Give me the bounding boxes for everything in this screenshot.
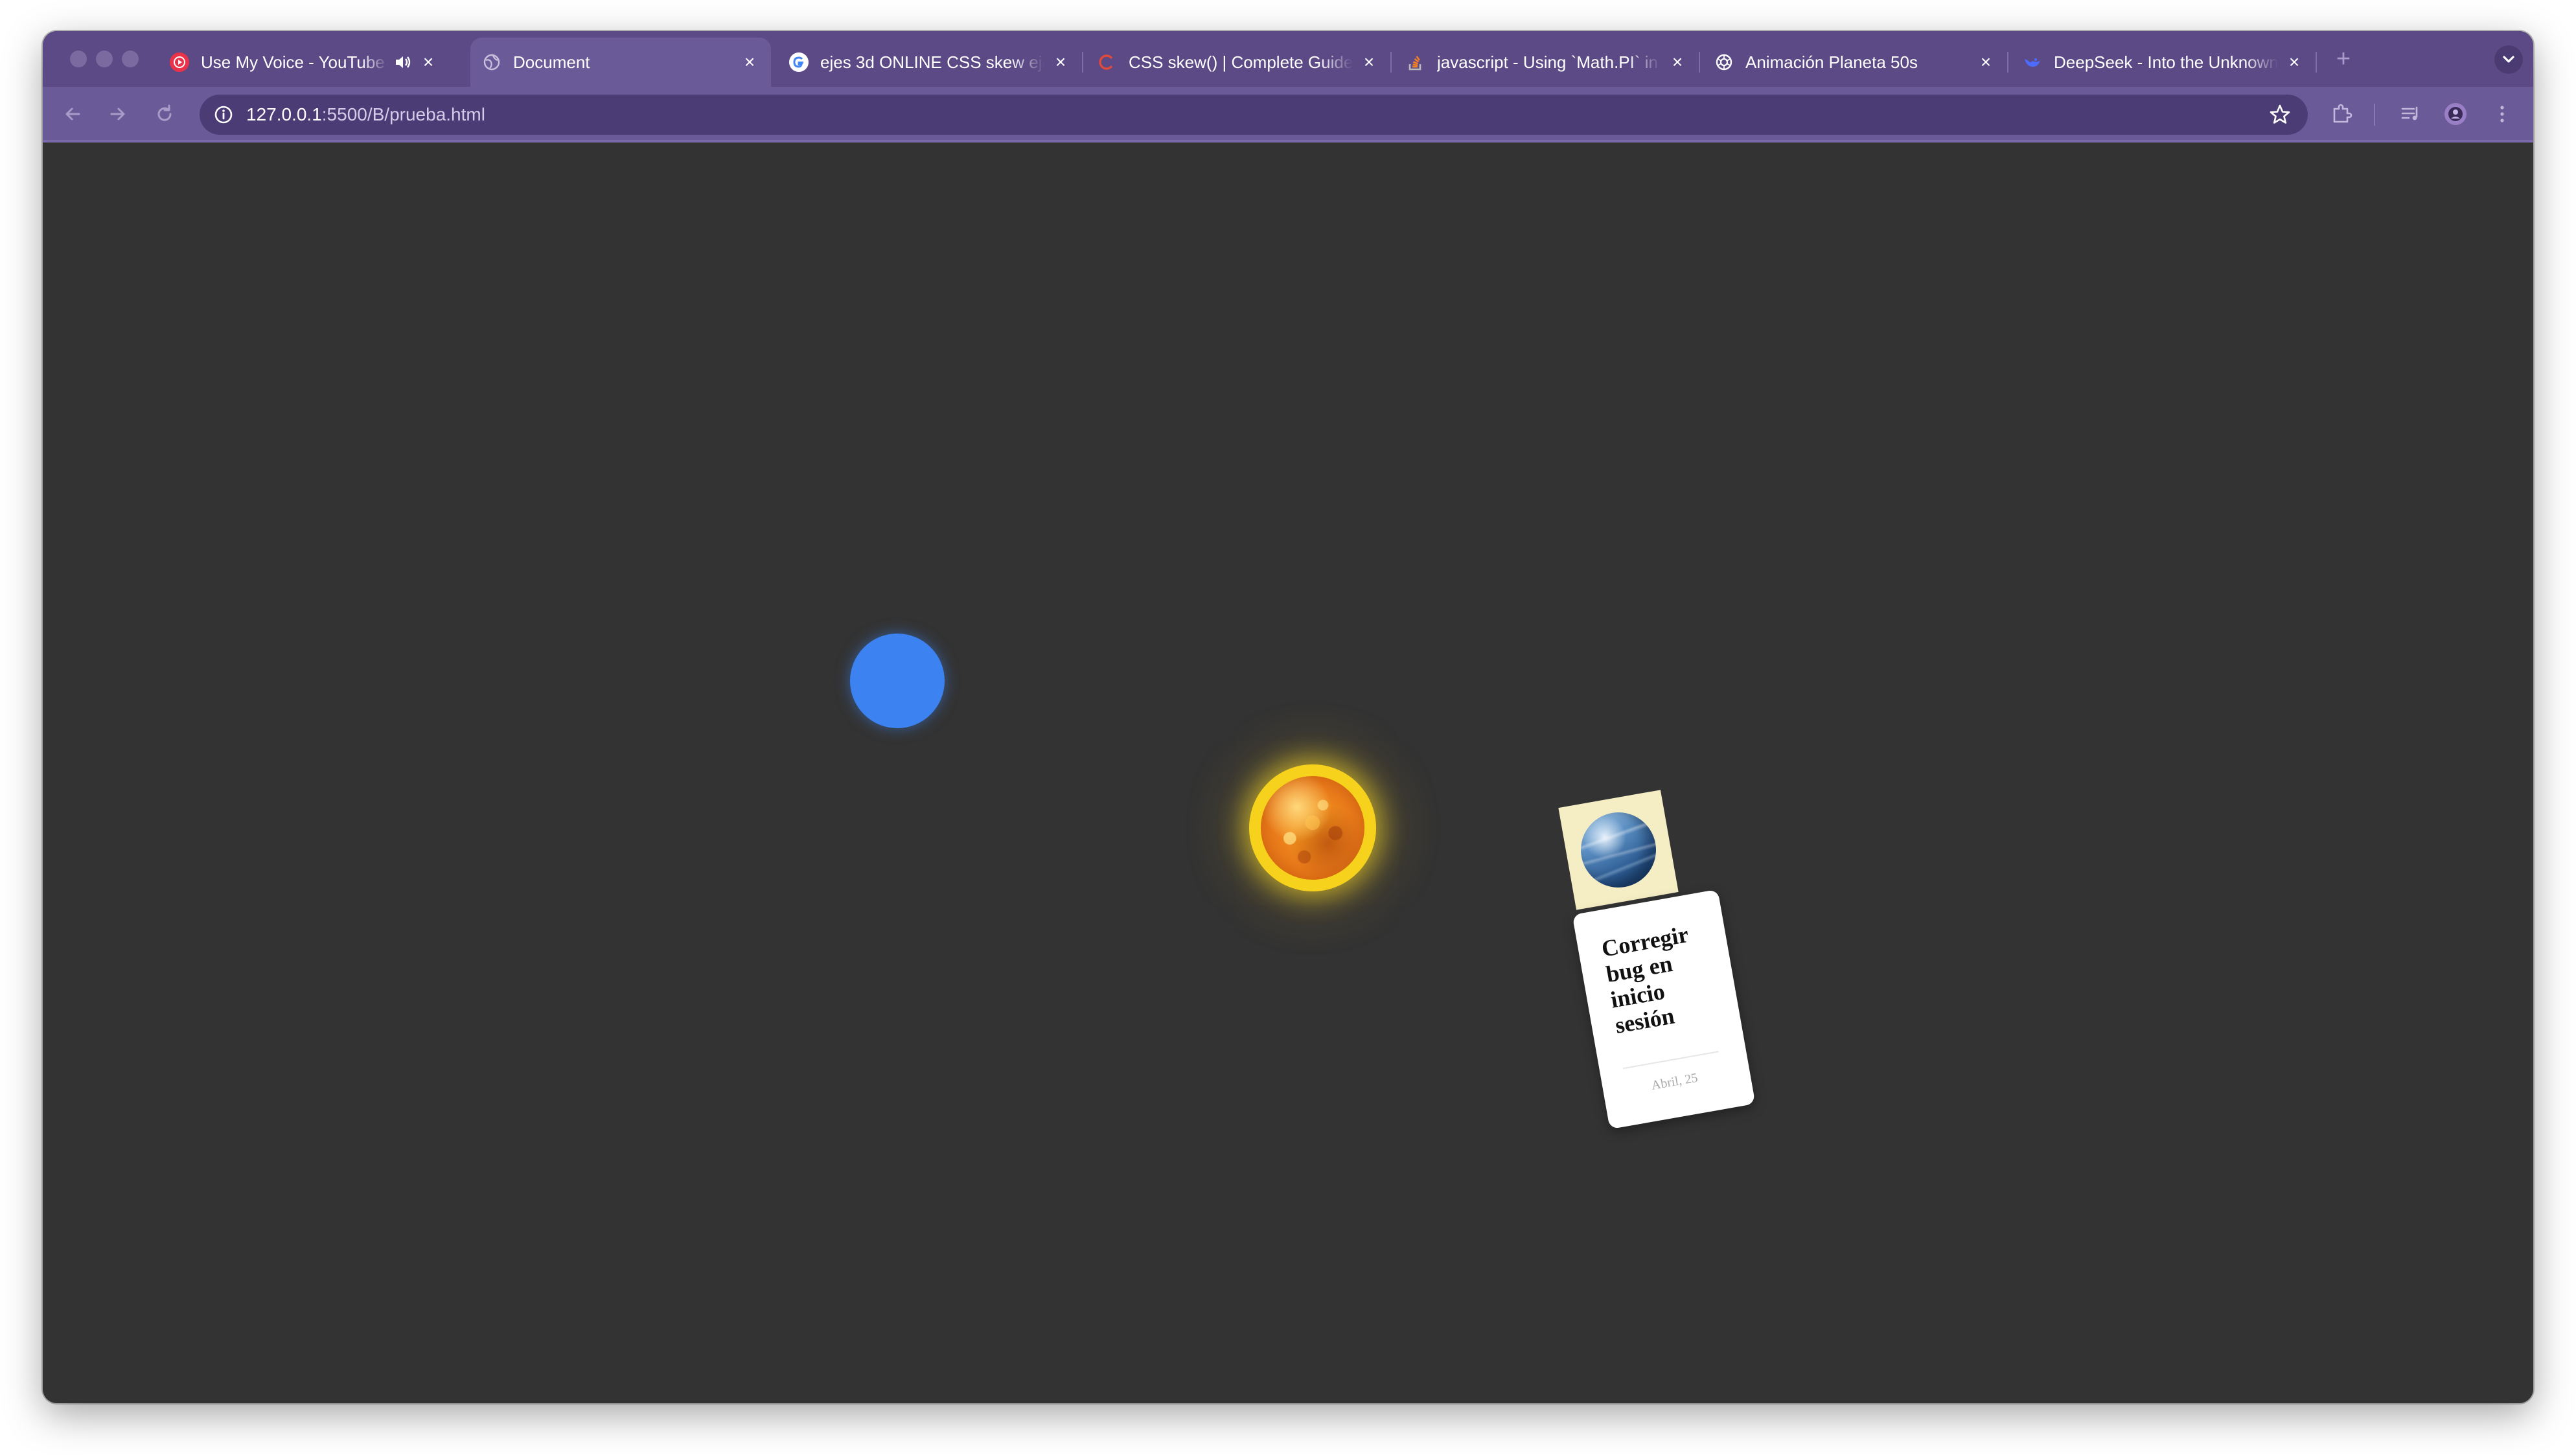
tab-title: Document	[513, 52, 590, 72]
site-info-icon[interactable]	[213, 104, 235, 126]
speaker-icon[interactable]	[394, 52, 412, 72]
tab-title: DeepSeek - Into the Unknown	[2054, 52, 2278, 72]
tab-youtube-music[interactable]: Use My Voice - YouTube Music ×	[158, 38, 450, 87]
tab-ejes-3d[interactable]: ejes 3d ONLINE CSS skew ejemplos ×	[777, 38, 1082, 87]
reload-button[interactable]	[152, 101, 178, 127]
window-close-button[interactable]	[70, 51, 87, 67]
tab-separator	[1082, 52, 1083, 73]
deepseek-icon	[2023, 52, 2042, 72]
tab-javascript-math-pi[interactable]: javascript - Using `Math.PI` in ×	[1394, 38, 1699, 87]
profile-avatar-icon[interactable]	[2443, 101, 2468, 127]
tab-css-skew[interactable]: CSS skew() | Complete Guide ×	[1086, 38, 1390, 87]
google-icon	[789, 52, 809, 72]
back-button[interactable]	[60, 101, 86, 127]
tab-title: CSS skew() | Complete Guide	[1129, 52, 1353, 72]
task-title: Corregir bug en inicio sesión	[1599, 921, 1690, 1039]
arrow-right-icon	[110, 108, 125, 120]
sun	[1249, 764, 1376, 891]
tab-separator	[2007, 52, 2008, 73]
page-viewport: Corregir bug en inicio sesión Abril, 25	[43, 143, 2533, 1403]
tab-close-icon[interactable]: ×	[2284, 52, 2304, 72]
tab-title: ejes 3d ONLINE CSS skew ejemplos	[820, 52, 1044, 72]
globe-icon	[482, 52, 501, 72]
ice-planet-image	[1574, 806, 1662, 894]
tab-close-icon[interactable]: ×	[1051, 52, 1070, 72]
tab-title: javascript - Using `Math.PI` in	[1437, 52, 1658, 72]
address-bar[interactable]: 127.0.0.1:5500/B/prueba.html	[200, 95, 2308, 135]
tab-close-icon[interactable]: ×	[1976, 52, 1995, 72]
arrow-left-icon	[65, 108, 80, 120]
forward-button[interactable]	[105, 101, 131, 127]
window-maximize-button[interactable]	[122, 51, 139, 67]
tab-close-icon[interactable]: ×	[1668, 52, 1687, 72]
tab-strip: Use My Voice - YouTube Music ×	[43, 31, 2533, 87]
tab-close-icon[interactable]: ×	[1359, 52, 1379, 72]
url-text: 127.0.0.1:5500/B/prueba.html	[246, 95, 485, 135]
stackoverflow-icon	[1406, 52, 1425, 72]
tab-close-icon[interactable]: ×	[740, 52, 759, 72]
tab-separator	[2316, 52, 2317, 73]
tab-title: Use My Voice - YouTube Music	[201, 52, 389, 72]
bookmark-star-icon[interactable]	[2268, 102, 2292, 127]
kebab-menu-icon[interactable]	[2489, 101, 2515, 127]
planet-image-card	[1558, 790, 1679, 910]
task-divider	[1622, 1051, 1719, 1070]
blue-planet	[850, 634, 945, 728]
url-host: 127.0.0.1	[246, 104, 322, 124]
sun-surface	[1261, 776, 1364, 880]
toolbar-separator	[2374, 104, 2375, 126]
tab-search-button[interactable]	[2494, 45, 2523, 74]
youtube-music-icon	[170, 52, 189, 72]
tab-document[interactable]: Document ×	[470, 38, 771, 87]
browser-toolbar: 127.0.0.1:5500/B/prueba.html	[43, 87, 2533, 143]
openai-icon	[1714, 52, 1734, 72]
url-path: :5500/B/prueba.html	[321, 104, 485, 124]
codrops-icon	[1098, 52, 1117, 72]
tab-close-icon[interactable]: ×	[419, 52, 438, 72]
task-date: Abril, 25	[1650, 1070, 1699, 1093]
tab-deepseek[interactable]: DeepSeek - Into the Unknown ×	[2011, 38, 2316, 87]
tab-title: Animación Planeta 50s	[1745, 52, 1918, 72]
new-tab-button[interactable]: +	[2332, 47, 2354, 71]
browser-window: Use My Voice - YouTube Music ×	[43, 31, 2533, 1403]
tab-separator	[1699, 52, 1700, 73]
extensions-puzzle-icon[interactable]	[2329, 101, 2354, 127]
chevron-down-icon	[2503, 56, 2514, 63]
reload-icon	[157, 104, 172, 121]
tab-animacion-planeta[interactable]: Animación Planeta 50s ×	[1703, 38, 2007, 87]
task-card[interactable]: Corregir bug en inicio sesión Abril, 25	[1572, 889, 1756, 1130]
desktop: Use My Voice - YouTube Music ×	[0, 0, 2576, 1455]
window-minimize-button[interactable]	[96, 51, 113, 67]
media-controls-icon[interactable]	[2397, 101, 2423, 127]
tab-separator	[1390, 52, 1392, 73]
